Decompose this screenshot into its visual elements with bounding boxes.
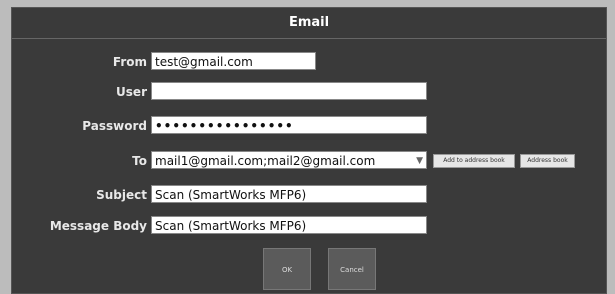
password-label: Password <box>82 119 147 133</box>
user-label: User <box>116 85 147 99</box>
message-body-row: Message Body Scan (SmartWorks MFP6) <box>12 216 606 236</box>
email-dialog: Email From test@gmail.com User Password … <box>11 7 607 294</box>
message-body-label: Message Body <box>49 219 147 233</box>
to-field[interactable]: mail1@gmail.com;mail2@gmail.com ▼ <box>151 151 427 169</box>
add-to-address-book-button[interactable]: Add to address book <box>433 154 515 168</box>
ok-button[interactable]: OK <box>263 248 311 290</box>
address-book-button[interactable]: Address book <box>520 154 575 168</box>
chevron-down-icon[interactable]: ▼ <box>416 152 423 168</box>
user-row: User <box>12 82 606 102</box>
from-field[interactable]: test@gmail.com <box>151 52 316 70</box>
from-row: From test@gmail.com <box>12 52 606 72</box>
password-row: Password •••••••••••••••• <box>12 116 606 136</box>
subject-field[interactable]: Scan (SmartWorks MFP6) <box>151 185 427 203</box>
from-label: From <box>112 55 147 69</box>
to-label: To <box>132 154 147 168</box>
password-field[interactable]: •••••••••••••••• <box>151 116 427 134</box>
subject-label: Subject <box>96 188 147 202</box>
to-row: To mail1@gmail.com;mail2@gmail.com ▼ Add… <box>12 151 606 171</box>
message-body-field[interactable]: Scan (SmartWorks MFP6) <box>151 216 427 234</box>
subject-row: Subject Scan (SmartWorks MFP6) <box>12 185 606 205</box>
dialog-title: Email <box>12 8 606 39</box>
user-field[interactable] <box>151 82 427 100</box>
cancel-button[interactable]: Cancel <box>328 248 376 290</box>
to-value: mail1@gmail.com;mail2@gmail.com <box>155 154 376 168</box>
